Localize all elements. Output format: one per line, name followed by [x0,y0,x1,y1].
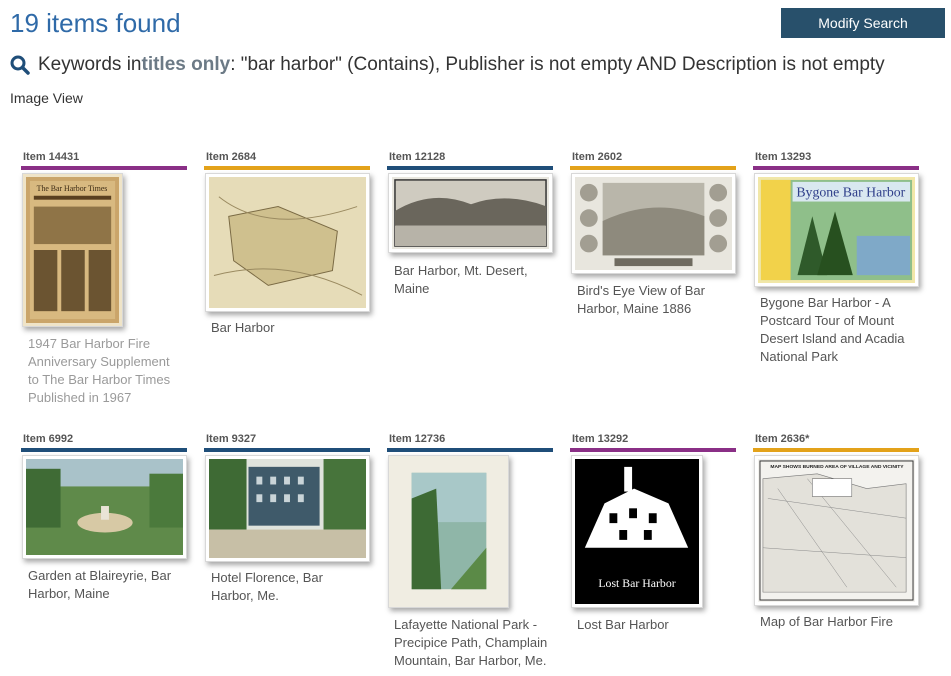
thumb-cover-title: Lost Bar Harbor [598,576,675,590]
item-thumbnail[interactable]: The Bar Harbor Times [22,173,123,327]
item-thumbnail[interactable]: MAP SHOWS BURNED AREA OF VILLAGE AND VIC… [754,455,919,606]
result-item: Item 12128 [387,151,553,170]
item-number: Item 13293 [755,151,812,163]
item-number: Item 14431 [23,151,80,163]
result-item: Item 2602 [570,151,736,170]
thumb-map-header: MAP SHOWS BURNED AREA OF VILLAGE AND VIC… [770,464,904,470]
book-cover-image: Bygone Bar Harbor [758,177,915,283]
result-item: Item 9327 [204,433,370,452]
collection-color-bar [753,448,919,452]
item-thumbnail[interactable] [571,173,736,274]
item-number: Item 12736 [389,433,446,445]
collection-color-bar [21,166,187,170]
item-title-link[interactable]: Garden at Blaireyrie, Bar Harbor, Maine [28,567,183,603]
fire-map-image: MAP SHOWS BURNED AREA OF VILLAGE AND VIC… [758,459,915,602]
query-scope: titles only [141,54,231,75]
result-item: Item 13293 [753,151,919,170]
book-cover-image: Lost Bar Harbor [575,459,699,604]
item-thumbnail[interactable] [22,455,187,559]
collection-color-bar [753,166,919,170]
query-prefix: Keywords in [38,54,142,75]
item-title-link[interactable]: Hotel Florence, Bar Harbor, Me. [211,569,366,605]
collection-color-bar [570,166,736,170]
item-title-link[interactable]: Bar Harbor, Mt. Desert, Maine [394,262,549,298]
item-title-link[interactable]: Lost Bar Harbor [577,616,732,634]
item-number: Item 13292 [572,433,629,445]
item-number: Item 6992 [23,433,74,445]
item-thumbnail[interactable]: Lost Bar Harbor [571,455,703,608]
view-mode-label: Image View [10,90,83,106]
newspaper-image: The Bar Harbor Times [26,177,119,323]
collection-color-bar [387,448,553,452]
map-image [209,177,366,308]
item-title-link[interactable]: Lafayette National Park - Precipice Path… [394,616,549,670]
result-item: Item 2684 [204,151,370,170]
collection-color-bar [204,448,370,452]
result-item: Item 12736 [387,433,553,452]
query-terms: : "bar harbor" (Contains), Publisher is … [230,54,885,75]
item-number: Item 12128 [389,151,446,163]
item-number: Item 9327 [206,433,257,445]
item-title-link[interactable]: Bird's Eye View of Bar Harbor, Maine 188… [577,282,732,318]
search-icon [10,55,30,75]
item-title-link[interactable]: Map of Bar Harbor Fire [760,613,915,631]
engraving-image [392,177,549,249]
result-item: Item 13292 [570,433,736,452]
thumb-masthead: The Bar Harbor Times [37,184,108,193]
item-thumbnail[interactable] [205,455,370,562]
results-count: 19 items found [10,8,181,38]
result-item: Item 6992 [21,433,187,452]
item-thumbnail[interactable] [388,455,509,608]
search-query-summary: Keywords in titles only: "bar harbor" (C… [10,54,885,76]
hotel-postcard-image [209,459,366,558]
item-thumbnail[interactable] [388,173,553,253]
item-number: Item 2684 [206,151,257,163]
thumb-cover-title: Bygone Bar Harbor [796,185,905,200]
national-park-postcard-image [392,459,505,604]
item-title-link[interactable]: 1947 Bar Harbor Fire Anniversary Supplem… [28,335,183,407]
item-title-link[interactable]: Bygone Bar Harbor - A Postcard Tour of M… [760,294,915,366]
item-thumbnail[interactable]: Bygone Bar Harbor [754,173,919,287]
item-title-link[interactable]: Bar Harbor [211,319,366,337]
result-item: Item 14431 [21,151,187,170]
modify-search-button[interactable]: Modify Search [781,8,945,38]
item-number: Item 2636* [755,433,810,445]
collection-color-bar [204,166,370,170]
garden-postcard-image [26,459,183,555]
item-thumbnail[interactable] [205,173,370,312]
item-number: Item 2602 [572,151,623,163]
collection-color-bar [570,448,736,452]
birds-eye-view-image [575,177,732,270]
collection-color-bar [387,166,553,170]
collection-color-bar [21,448,187,452]
result-item: Item 2636* [753,433,919,452]
